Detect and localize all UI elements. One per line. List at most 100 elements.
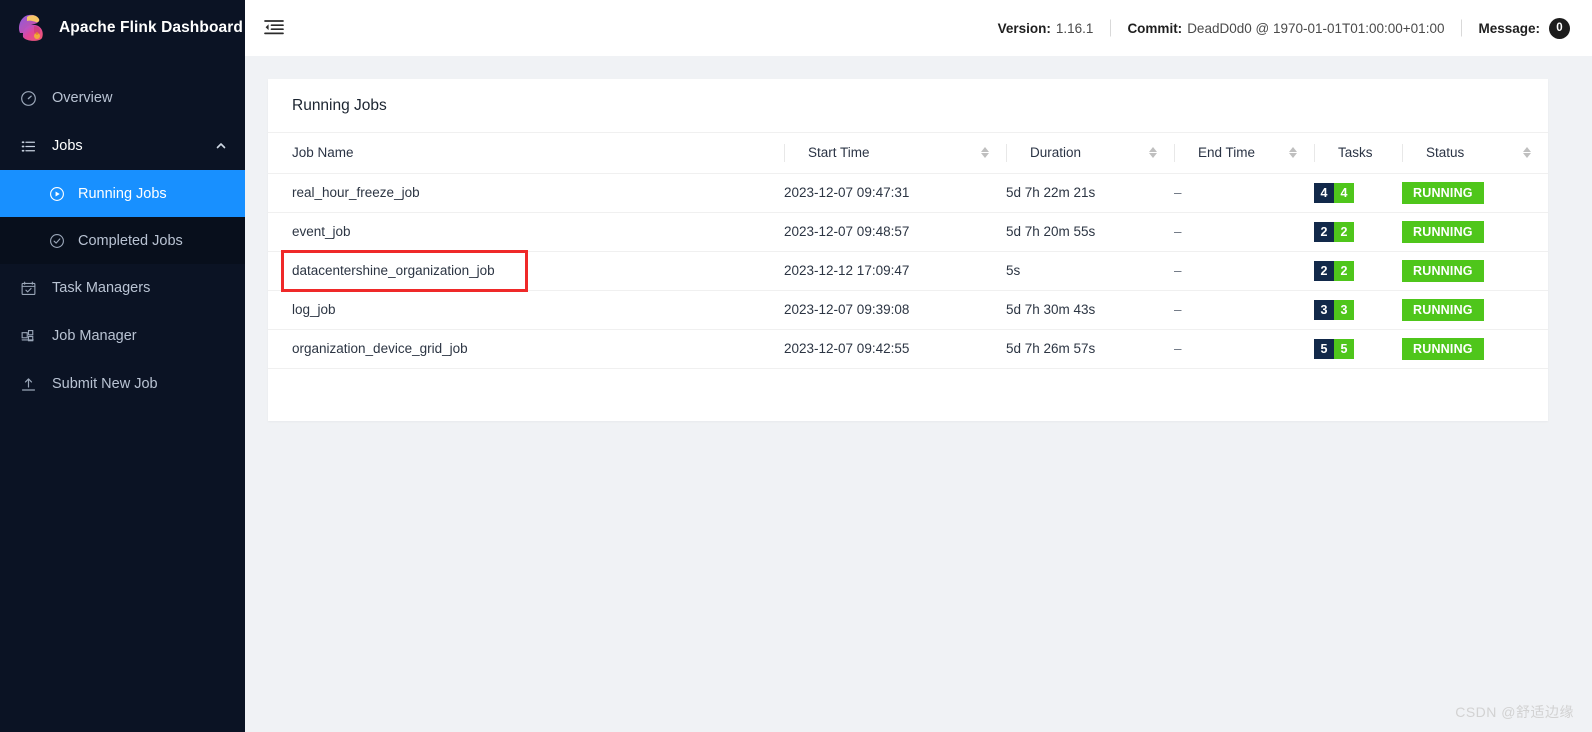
- cell-tasks: 44: [1314, 173, 1402, 213]
- cell-status: RUNNING: [1402, 329, 1548, 369]
- table-row[interactable]: real_hour_freeze_job 2023-12-07 09:47:31 5…: [268, 173, 1548, 213]
- check-circle-icon: [48, 232, 66, 250]
- cell-duration-value: 5s: [1006, 263, 1021, 278]
- commit-label: Commit:: [1127, 20, 1183, 36]
- sidebar-nav: Overview Jobs Running Jobs Completed Job…: [0, 74, 245, 408]
- cell-end-time-value: –: [1174, 341, 1182, 356]
- topbar-meta: Version: 1.16.1 Commit: DeadD0d0 @ 1970-…: [981, 17, 1570, 39]
- cell-job-name: log_job: [268, 290, 784, 330]
- job-name-link-highlighted[interactable]: datacentershine_organization_job: [281, 250, 528, 292]
- sort-icon[interactable]: [1147, 147, 1158, 159]
- column-label: Tasks: [1338, 145, 1373, 161]
- sort-icon[interactable]: [979, 147, 990, 159]
- cell-duration-value: 5d 7h 26m 57s: [1006, 341, 1096, 356]
- sidebar-item-label: Running Jobs: [78, 185, 167, 202]
- tasks-total-badge: 2: [1314, 221, 1334, 242]
- cell-tasks: 22: [1314, 212, 1402, 252]
- sidebar: Apache Flink Dashboard Overview Jobs Run…: [0, 0, 245, 732]
- cell-duration: 5d 7h 22m 21s: [1006, 173, 1174, 213]
- cell-tasks: 22: [1314, 251, 1402, 291]
- tasks-total-badge: 5: [1314, 338, 1334, 359]
- table-row[interactable]: event_job 2023-12-07 09:48:57 5d 7h 20m 55…: [268, 212, 1548, 252]
- sidebar-item-completed-jobs[interactable]: Completed Jobs: [0, 217, 245, 264]
- brand-header: Apache Flink Dashboard: [0, 0, 245, 56]
- table-header-row: Job Name Start Time Duration End Time Ta…: [268, 133, 1548, 174]
- column-header-end-time[interactable]: End Time: [1174, 133, 1314, 174]
- version-value: 1.16.1: [1055, 20, 1094, 36]
- column-header-job-name[interactable]: Job Name: [268, 133, 784, 174]
- cell-job-name: datacentershine_organization_job: [268, 250, 784, 292]
- cell-duration-value: 5d 7h 22m 21s: [1006, 185, 1096, 200]
- message-group[interactable]: Message: 0: [1461, 17, 1570, 39]
- sidebar-item-label: Jobs: [52, 138, 83, 154]
- job-name-link[interactable]: log_job: [292, 302, 336, 317]
- sidebar-item-job-manager[interactable]: Job Manager: [0, 312, 245, 360]
- dashboard-icon: [18, 88, 38, 108]
- watermark: CSDN @舒适边缘: [1455, 704, 1574, 720]
- play-circle-icon: [48, 185, 66, 203]
- tasks-total-badge: 2: [1314, 260, 1334, 281]
- cell-end-time-value: –: [1174, 185, 1182, 200]
- cell-end-time-value: –: [1174, 263, 1182, 278]
- sidebar-item-label: Task Managers: [52, 280, 151, 296]
- cell-start-time-value: 2023-12-07 09:47:31: [784, 185, 910, 200]
- cell-status: RUNNING: [1402, 290, 1548, 330]
- sidebar-item-submit-new-job[interactable]: Submit New Job: [0, 360, 245, 408]
- sidebar-item-task-managers[interactable]: Task Managers: [0, 264, 245, 312]
- flink-squirrel-logo: [14, 11, 48, 45]
- sidebar-item-overview[interactable]: Overview: [0, 74, 245, 122]
- table-row[interactable]: organization_device_grid_job 2023-12-07 0…: [268, 329, 1548, 369]
- tasks-running-badge: 4: [1334, 182, 1354, 203]
- sort-icon[interactable]: [1521, 147, 1532, 159]
- status-badge: RUNNING: [1402, 298, 1484, 321]
- column-header-status[interactable]: Status: [1402, 133, 1548, 174]
- sidebar-item-label: Job Manager: [52, 328, 137, 344]
- job-name-link[interactable]: real_hour_freeze_job: [292, 185, 420, 200]
- table-body: real_hour_freeze_job 2023-12-07 09:47:31 5…: [268, 173, 1548, 369]
- job-name-link[interactable]: organization_device_grid_job: [292, 341, 468, 356]
- cell-status: RUNNING: [1402, 212, 1548, 252]
- cell-start-time: 2023-12-07 09:48:57: [784, 212, 1006, 252]
- commit-group: Commit: DeadD0d0 @ 1970-01-01T01:00:00+0…: [1110, 21, 1461, 36]
- flink-dashboard-app: Apache Flink Dashboard Overview Jobs Run…: [0, 0, 1592, 732]
- card-footer-spacer: [268, 369, 1548, 421]
- tasks-running-badge: 2: [1334, 221, 1354, 242]
- column-label: Status: [1426, 145, 1465, 161]
- version-label: Version:: [997, 20, 1051, 36]
- cell-end-time: –: [1174, 290, 1314, 330]
- table-row[interactable]: datacentershine_organization_job 2023-12-…: [268, 250, 1548, 292]
- cell-end-time: –: [1174, 212, 1314, 252]
- cell-tasks: 33: [1314, 290, 1402, 330]
- column-label: Job Name: [292, 145, 354, 161]
- column-header-start-time[interactable]: Start Time: [784, 133, 1006, 174]
- menu-fold-icon[interactable]: [261, 15, 287, 41]
- tasks-running-badge: 5: [1334, 338, 1354, 359]
- version-group: Version: 1.16.1: [981, 21, 1111, 36]
- tasks-total-badge: 3: [1314, 299, 1334, 320]
- chevron-up-icon: [215, 140, 227, 152]
- cell-status: RUNNING: [1402, 173, 1548, 213]
- column-header-duration[interactable]: Duration: [1006, 133, 1174, 174]
- cell-start-time: 2023-12-07 09:42:55: [784, 329, 1006, 369]
- column-label: End Time: [1198, 145, 1256, 161]
- sidebar-item-jobs[interactable]: Jobs: [0, 122, 245, 170]
- sidebar-item-running-jobs[interactable]: Running Jobs: [0, 170, 245, 217]
- cell-start-time-value: 2023-12-07 09:48:57: [784, 224, 910, 239]
- status-badge: RUNNING: [1402, 220, 1484, 243]
- blocks-icon: [18, 326, 38, 346]
- tasks-badges: 22: [1314, 221, 1354, 242]
- sort-icon[interactable]: [1287, 147, 1298, 159]
- tasks-badges: 44: [1314, 182, 1354, 203]
- cell-duration: 5d 7h 20m 55s: [1006, 212, 1174, 252]
- tasks-badges: 22: [1314, 260, 1354, 281]
- cell-duration: 5s: [1006, 251, 1174, 291]
- column-header-tasks[interactable]: Tasks: [1314, 133, 1402, 174]
- job-name-link[interactable]: event_job: [292, 224, 351, 239]
- main-area: Version: 1.16.1 Commit: DeadD0d0 @ 1970-…: [245, 0, 1592, 732]
- tasks-badges: 33: [1314, 299, 1354, 320]
- message-count-badge: 0: [1549, 17, 1570, 39]
- table-row[interactable]: log_job 2023-12-07 09:39:08 5d 7h 30m 43s –…: [268, 290, 1548, 330]
- cell-duration: 5d 7h 30m 43s: [1006, 290, 1174, 330]
- cell-job-name: real_hour_freeze_job: [268, 173, 784, 213]
- message-label: Message:: [1478, 20, 1540, 36]
